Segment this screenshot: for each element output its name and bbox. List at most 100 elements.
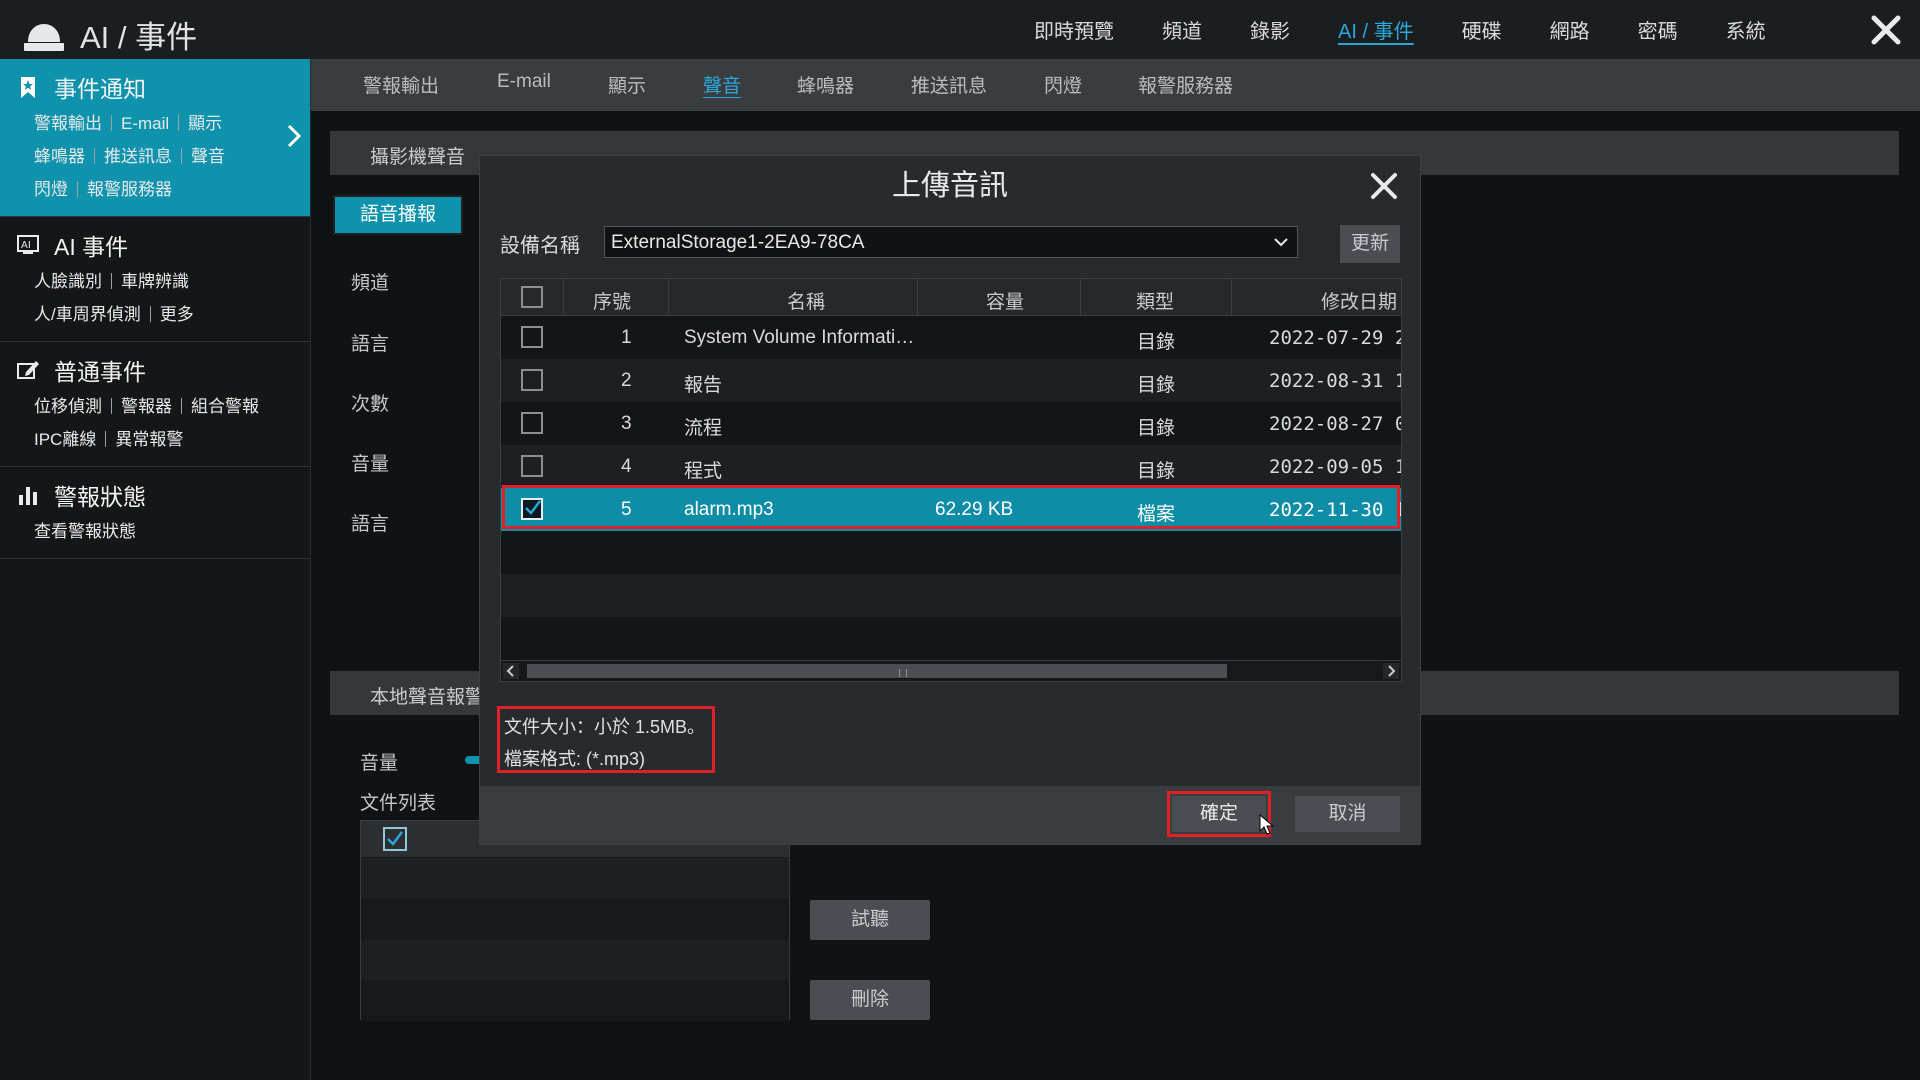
checkbox-checked-icon[interactable] xyxy=(383,827,407,851)
scroll-thumb[interactable] xyxy=(527,664,1227,678)
table-row[interactable]: 2 報告 目錄 2022-08-31 18 xyxy=(501,359,1401,402)
list-item xyxy=(361,939,789,980)
nav-live-view[interactable]: 即時預覽 xyxy=(1010,0,1138,59)
tab-display[interactable]: 顯示 xyxy=(608,71,646,98)
list-item xyxy=(361,980,789,1021)
row-checkbox-checked[interactable] xyxy=(521,498,543,520)
chevron-right-icon xyxy=(1388,665,1396,677)
ai-icon: AI xyxy=(17,235,39,254)
sidebar-link-sensor[interactable]: 警報器 xyxy=(121,397,172,416)
cancel-button[interactable]: 取消 xyxy=(1295,796,1400,832)
tab-sound[interactable]: 聲音 xyxy=(703,71,741,98)
tab-push[interactable]: 推送訊息 xyxy=(911,71,987,98)
row-no: 4 xyxy=(621,456,632,477)
row-date: 2022-08-27 00 xyxy=(1269,413,1401,435)
row-checkbox[interactable] xyxy=(521,412,543,434)
sidebar-group-ai-event[interactable]: AI AI 事件 人臉識別 車牌辨識 人/車周界偵測 更多 xyxy=(0,217,310,342)
sidebar-link-push[interactable]: 推送訊息 xyxy=(104,147,172,166)
sidebar-link-view-status[interactable]: 查看警報狀態 xyxy=(34,522,136,541)
row-date: 2022-09-05 17 xyxy=(1269,456,1401,478)
horizontal-scrollbar[interactable] xyxy=(501,660,1401,681)
row-checkbox[interactable] xyxy=(521,326,543,348)
scroll-left-button[interactable] xyxy=(503,663,519,679)
close-icon[interactable] xyxy=(1866,10,1906,50)
top-nav: 即時預覽 頻道 錄影 AI / 事件 硬碟 網路 密碼 系統 xyxy=(1010,0,1790,59)
nav-channel[interactable]: 頻道 xyxy=(1138,0,1226,59)
tab-buzzer[interactable]: 蜂鳴器 xyxy=(797,71,854,98)
row-no: 1 xyxy=(621,327,632,348)
tab-email[interactable]: E-mail xyxy=(497,71,551,93)
row-checkbox[interactable] xyxy=(521,369,543,391)
file-format-info: 檔案格式: (*.mp3) xyxy=(504,749,646,769)
file-size-info: 文件大小：小於 1.5MB。 xyxy=(504,717,706,737)
sidebar-link-strobe[interactable]: 閃燈 xyxy=(34,180,68,199)
sidebar-link-sound[interactable]: 聲音 xyxy=(191,147,225,166)
device-name-label: 設備名稱 xyxy=(500,235,580,257)
scroll-right-button[interactable] xyxy=(1383,663,1399,679)
column-header-no: 序號 xyxy=(593,292,632,313)
sidebar-group-title: 普通事件 xyxy=(54,359,146,385)
list-item xyxy=(361,898,789,939)
nav-network[interactable]: 網路 xyxy=(1526,0,1614,59)
bookmark-icon xyxy=(21,77,35,98)
confirm-button[interactable]: 確定 xyxy=(1172,796,1266,832)
sidebar-link-ipc-offline[interactable]: IPC離線 xyxy=(34,430,96,449)
column-header-name: 名稱 xyxy=(787,292,826,313)
row-name: 報告 xyxy=(684,375,723,396)
sidebar-link-face[interactable]: 人臉識別 xyxy=(34,272,102,291)
tab-voice-broadcast[interactable]: 語音播報 xyxy=(333,195,463,235)
close-icon[interactable] xyxy=(1368,170,1400,202)
select-all-checkbox[interactable] xyxy=(521,286,543,308)
row-name: alarm.mp3 xyxy=(684,499,774,520)
table-row[interactable]: 3 流程 目錄 2022-08-27 00 xyxy=(501,402,1401,445)
delete-button[interactable]: 刪除 xyxy=(810,980,930,1020)
nav-ai-event[interactable]: AI / 事件 xyxy=(1314,0,1438,59)
sidebar-link-motion[interactable]: 位移偵測 xyxy=(34,397,102,416)
table-row[interactable]: 1 System Volume Informati… 目錄 2022-07-29… xyxy=(501,316,1401,359)
nav-system[interactable]: 系統 xyxy=(1702,0,1790,59)
chevron-right-icon[interactable] xyxy=(284,121,304,151)
row-checkbox[interactable] xyxy=(521,455,543,477)
refresh-button[interactable]: 更新 xyxy=(1340,225,1400,263)
page-title: AI / 事件 xyxy=(80,20,198,55)
nav-password[interactable]: 密碼 xyxy=(1614,0,1702,59)
table-row-empty xyxy=(501,531,1401,574)
row-name: 流程 xyxy=(684,418,723,439)
sidebar-link-display[interactable]: 顯示 xyxy=(188,114,222,133)
count-label: 次數 xyxy=(351,394,390,415)
upload-audio-dialog: 上傳音訊 設備名稱 ExternalStorage1-2EA9-78CA 更新 … xyxy=(480,156,1420,844)
row-type: 目錄 xyxy=(1137,375,1176,396)
checkmark-icon xyxy=(525,500,541,515)
row-date: 2022-11-30 18 xyxy=(1269,499,1401,521)
row-size: 62.29 KB xyxy=(935,499,1014,520)
tab-alarm-output[interactable]: 警報輸出 xyxy=(363,71,439,98)
tab-alarm-server[interactable]: 報警服務器 xyxy=(1138,71,1233,98)
sidebar-link-plate[interactable]: 車牌辨識 xyxy=(121,272,189,291)
sidebar-link-alarm-output[interactable]: 警報輸出 xyxy=(34,114,102,133)
svg-text:AI: AI xyxy=(21,240,31,251)
sidebar-link-more[interactable]: 更多 xyxy=(160,305,194,324)
device-select[interactable]: ExternalStorage1-2EA9-78CA xyxy=(604,226,1298,258)
column-header-date: 修改日期 xyxy=(1321,292,1398,313)
sidebar-link-alarm-server[interactable]: 報警服務器 xyxy=(87,180,172,199)
bar-chart-icon xyxy=(19,487,37,505)
sidebar-group-event-notify[interactable]: 事件通知 警報輸出 E-mail 顯示 蜂鳴器 推送訊息 聲音 閃燈 報警服務器 xyxy=(0,59,310,217)
sidebar-link-buzzer[interactable]: 蜂鳴器 xyxy=(34,147,85,166)
sidebar: 事件通知 警報輸出 E-mail 顯示 蜂鳴器 推送訊息 聲音 閃燈 報警服務器 AI A… xyxy=(0,59,311,1080)
sidebar-group-alarm-status[interactable]: 警報狀態 查看警報狀態 xyxy=(0,467,310,559)
row-no: 3 xyxy=(621,413,632,434)
sidebar-link-exception[interactable]: 異常報警 xyxy=(115,430,183,449)
sidebar-link-combo[interactable]: 組合警報 xyxy=(191,397,259,416)
row-name: System Volume Informati… xyxy=(684,327,915,348)
sidebar-group-general-event[interactable]: 普通事件 位移偵測 警報器 組合警報 IPC離線 異常報警 xyxy=(0,342,310,467)
table-row-empty xyxy=(501,617,1401,660)
tab-strobe[interactable]: 閃燈 xyxy=(1044,71,1082,98)
sidebar-link-email[interactable]: E-mail xyxy=(121,114,169,133)
sidebar-link-perimeter[interactable]: 人/車周界偵測 xyxy=(34,305,141,324)
test-button[interactable]: 試聽 xyxy=(810,900,930,940)
table-row-selected[interactable]: 5 alarm.mp3 62.29 KB 檔案 2022-11-30 18 xyxy=(501,488,1401,531)
section-title: 本地聲音報警 xyxy=(370,687,485,708)
nav-disk[interactable]: 硬碟 xyxy=(1438,0,1526,59)
table-row[interactable]: 4 程式 目錄 2022-09-05 17 xyxy=(501,445,1401,488)
nav-record[interactable]: 錄影 xyxy=(1226,0,1314,59)
